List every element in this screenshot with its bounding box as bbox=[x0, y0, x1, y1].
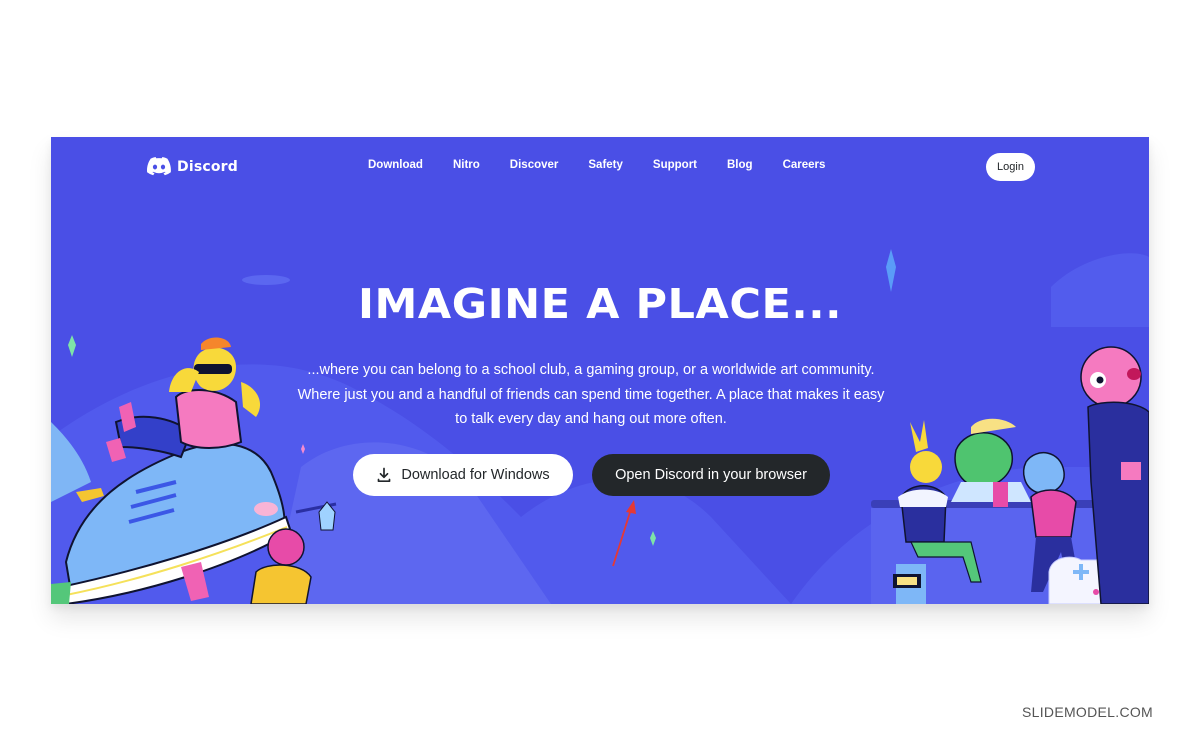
logo-wordmark: Discord bbox=[177, 158, 238, 175]
nav-link-safety[interactable]: Safety bbox=[588, 159, 623, 171]
nav-link-careers[interactable]: Careers bbox=[783, 159, 826, 171]
nav-link-nitro[interactable]: Nitro bbox=[453, 159, 480, 171]
slidemodel-watermark: SLIDEMODEL.COM bbox=[1022, 704, 1153, 720]
download-button-label: Download for Windows bbox=[401, 467, 550, 483]
discord-clyde-icon bbox=[147, 157, 171, 176]
login-button[interactable]: Login bbox=[986, 153, 1035, 181]
discord-homepage-screenshot: Discord Download Nitro Discover Safety S… bbox=[51, 137, 1149, 604]
nav-link-discover[interactable]: Discover bbox=[510, 159, 559, 171]
open-in-browser-button[interactable]: Open Discord in your browser bbox=[592, 454, 830, 496]
top-navigation: Discord Download Nitro Discover Safety S… bbox=[51, 137, 1149, 197]
friends-group-illustration bbox=[871, 346, 1149, 604]
open-browser-button-label: Open Discord in your browser bbox=[615, 467, 807, 483]
sneaker-character-illustration bbox=[51, 337, 337, 604]
annotation-arrow-icon bbox=[612, 500, 636, 567]
nav-link-support[interactable]: Support bbox=[653, 159, 697, 171]
nav-links: Download Nitro Discover Safety Support B… bbox=[368, 159, 855, 171]
nav-link-blog[interactable]: Blog bbox=[727, 159, 753, 171]
download-for-windows-button[interactable]: Download for Windows bbox=[353, 454, 573, 496]
nav-link-download[interactable]: Download bbox=[368, 159, 423, 171]
download-icon bbox=[377, 467, 391, 483]
hero-subtitle: ...where you can belong to a school club… bbox=[297, 362, 885, 427]
hero-headline: IMAGINE A PLACE... bbox=[357, 280, 843, 328]
discord-logo[interactable]: Discord bbox=[147, 157, 238, 176]
